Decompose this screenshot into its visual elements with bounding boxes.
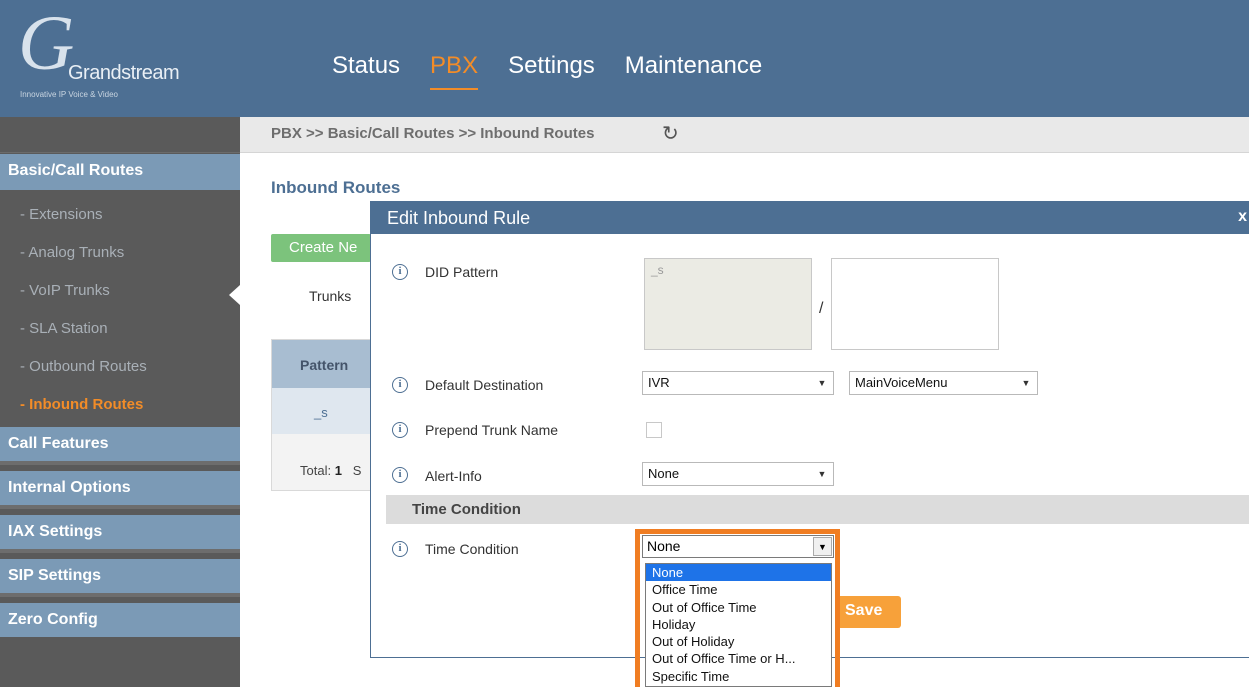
time-condition-select[interactable]: None ▼ [642,535,834,558]
chevron-down-icon: ▼ [1021,378,1031,388]
info-icon[interactable]: i [392,541,408,557]
nav-pbx[interactable]: PBX [430,52,479,90]
option-holiday[interactable]: Holiday [646,616,831,633]
prepend-trunk-name-label: Prepend Trunk Name [425,422,559,438]
did-separator: / [819,300,824,317]
routes-table: Pattern _s Total: 1 S [271,339,372,491]
option-out-of-office-time-or-holiday[interactable]: Out of Office Time or H... [646,650,831,667]
refresh-icon[interactable]: ↻ [662,121,679,146]
sidebar-divider [0,461,240,465]
sidebar-item-inbound-routes[interactable]: - Inbound Routes [20,396,143,413]
info-icon[interactable]: i [392,467,408,483]
alert-info-label: Alert-Info [425,468,482,484]
page-title: Inbound Routes [271,178,401,197]
breadcrumb: PBX >> Basic/Call Routes >> Inbound Rout… [271,125,595,142]
dialog-title: Edit Inbound Rule [371,202,1249,234]
active-item-pointer [229,285,240,305]
save-button[interactable]: Save [835,596,901,628]
info-icon[interactable]: i [392,264,408,280]
create-new-button[interactable]: Create Ne [271,234,371,262]
option-out-of-office-time[interactable]: Out of Office Time [646,599,831,616]
sidebar: Basic/Call Routes - Extensions - Analog … [0,117,240,687]
sidebar-section-iax-settings[interactable]: IAX Settings [0,515,240,549]
sidebar-section-call-features[interactable]: Call Features [0,427,240,461]
sidebar-section-sip-settings[interactable]: SIP Settings [0,559,240,593]
nav-maintenance[interactable]: Maintenance [625,52,762,80]
sidebar-divider [0,593,240,597]
ivr-select[interactable]: MainVoiceMenu ▼ [849,371,1038,395]
breadcrumb-bar: PBX >> Basic/Call Routes >> Inbound Rout… [240,117,1249,153]
chevron-down-icon: ▼ [817,469,827,479]
option-none[interactable]: None [646,564,831,582]
sidebar-item-outbound-routes[interactable]: - Outbound Routes [20,358,147,375]
alert-info-select[interactable]: None ▼ [642,462,834,486]
chevron-down-icon: ▼ [817,378,827,388]
sidebar-divider [0,505,240,509]
time-condition-section-header: Time Condition [386,495,1249,524]
info-icon[interactable]: i [392,377,408,393]
sidebar-section-internal-options[interactable]: Internal Options [0,471,240,505]
option-out-of-holiday[interactable]: Out of Holiday [646,633,831,650]
default-destination-select[interactable]: IVR ▼ [642,371,834,395]
sidebar-section-zero-config[interactable]: Zero Config [0,603,240,637]
sidebar-item-extensions[interactable]: - Extensions [20,206,103,223]
time-condition-label: Time Condition [425,541,519,557]
column-header-pattern: Pattern [272,340,372,388]
top-header: G Grandstream Innovative IP Voice & Vide… [0,0,1249,117]
pattern-cell: _s [314,405,328,420]
table-row[interactable]: _s [272,388,372,434]
sidebar-top [0,117,240,153]
prepend-trunk-name-checkbox[interactable] [646,422,662,438]
option-specific-time[interactable]: Specific Time [646,668,831,685]
chevron-down-icon: ▼ [813,537,832,556]
main-nav: Status PBX Settings Maintenance [332,52,792,90]
nav-settings[interactable]: Settings [508,52,595,80]
sidebar-section-basic-call-routes[interactable]: Basic/Call Routes [0,154,240,190]
time-condition-dropdown: None Office Time Out of Office Time Holi… [645,563,832,687]
trunks-filter-label: Trunks [309,288,352,304]
sidebar-item-voip-trunks[interactable]: - VoIP Trunks [20,282,110,299]
logo-g-mark: G [18,0,75,86]
close-icon[interactable]: x [1238,208,1247,226]
option-office-time[interactable]: Office Time [646,581,831,598]
default-destination-label: Default Destination [425,377,544,393]
nav-status[interactable]: Status [332,52,400,80]
logo-tagline: Innovative IP Voice & Video [20,90,118,99]
did-pattern-field[interactable]: _s [644,258,812,350]
info-icon[interactable]: i [392,422,408,438]
did-pattern-strip-field[interactable] [831,258,999,350]
logo-text: Grandstream [68,62,180,84]
sidebar-item-sla-station[interactable]: - SLA Station [20,320,108,337]
table-total: Total: 1 S [300,463,362,478]
sidebar-divider [0,549,240,553]
grandstream-logo: G Grandstream Innovative IP Voice & Vide… [18,4,218,105]
sidebar-item-analog-trunks[interactable]: - Analog Trunks [20,244,124,261]
did-pattern-label: DID Pattern [425,264,499,280]
